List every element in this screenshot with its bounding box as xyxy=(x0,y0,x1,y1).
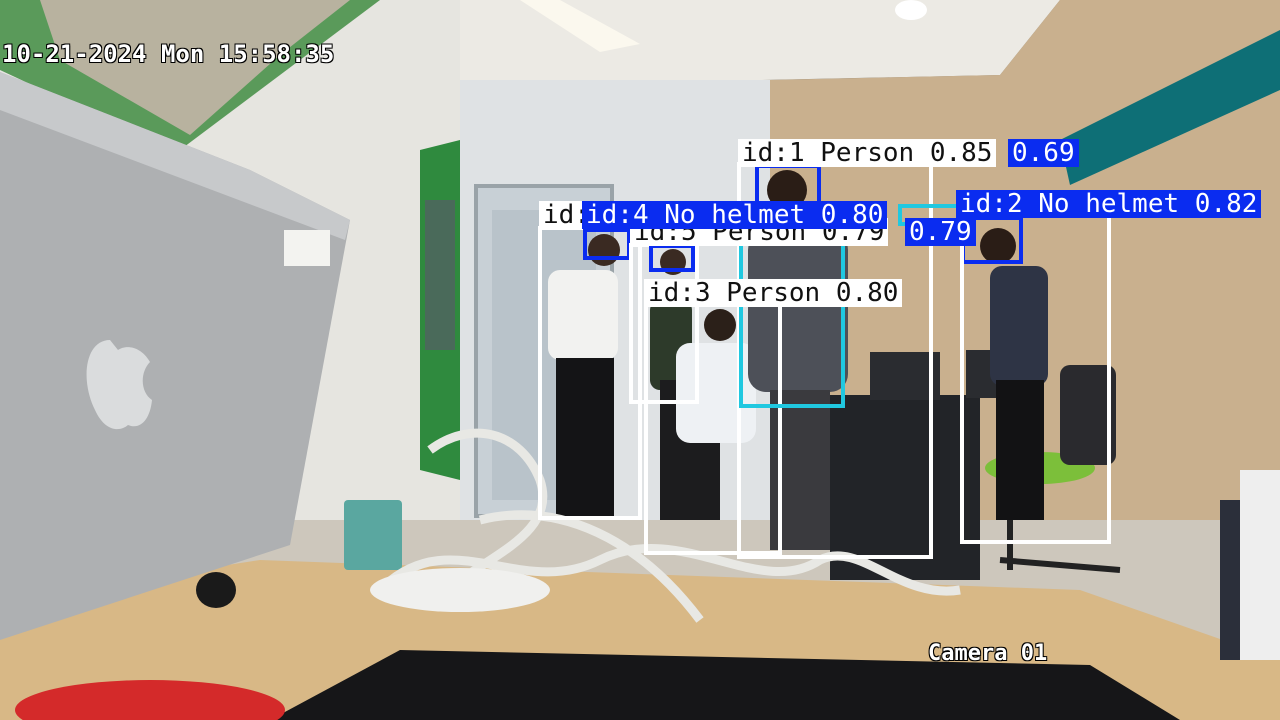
timestamp-overlay: 10-21-2024 Mon 15:58:35 xyxy=(2,40,335,68)
label-id2-no-helmet: id:2 No helmet 0.82 xyxy=(956,190,1262,218)
laptop-sticker xyxy=(284,230,330,266)
camera-scene xyxy=(0,0,1280,720)
label-id1-person: id:1 Person 0.85 xyxy=(738,139,997,167)
label-id5-extra: 0.79 xyxy=(905,218,976,246)
office-desk xyxy=(830,395,980,580)
ceiling-spotlight xyxy=(895,0,927,20)
label-id4-no-helmet: id:4 No helmet 0.80 xyxy=(582,201,888,229)
trash-can xyxy=(344,500,402,570)
label-id1-extra: 0.69 xyxy=(1008,139,1079,167)
label-id3-person: id:3 Person 0.80 xyxy=(644,279,903,307)
person-left xyxy=(548,234,620,518)
camera-label: Camera 01 xyxy=(928,641,1048,666)
